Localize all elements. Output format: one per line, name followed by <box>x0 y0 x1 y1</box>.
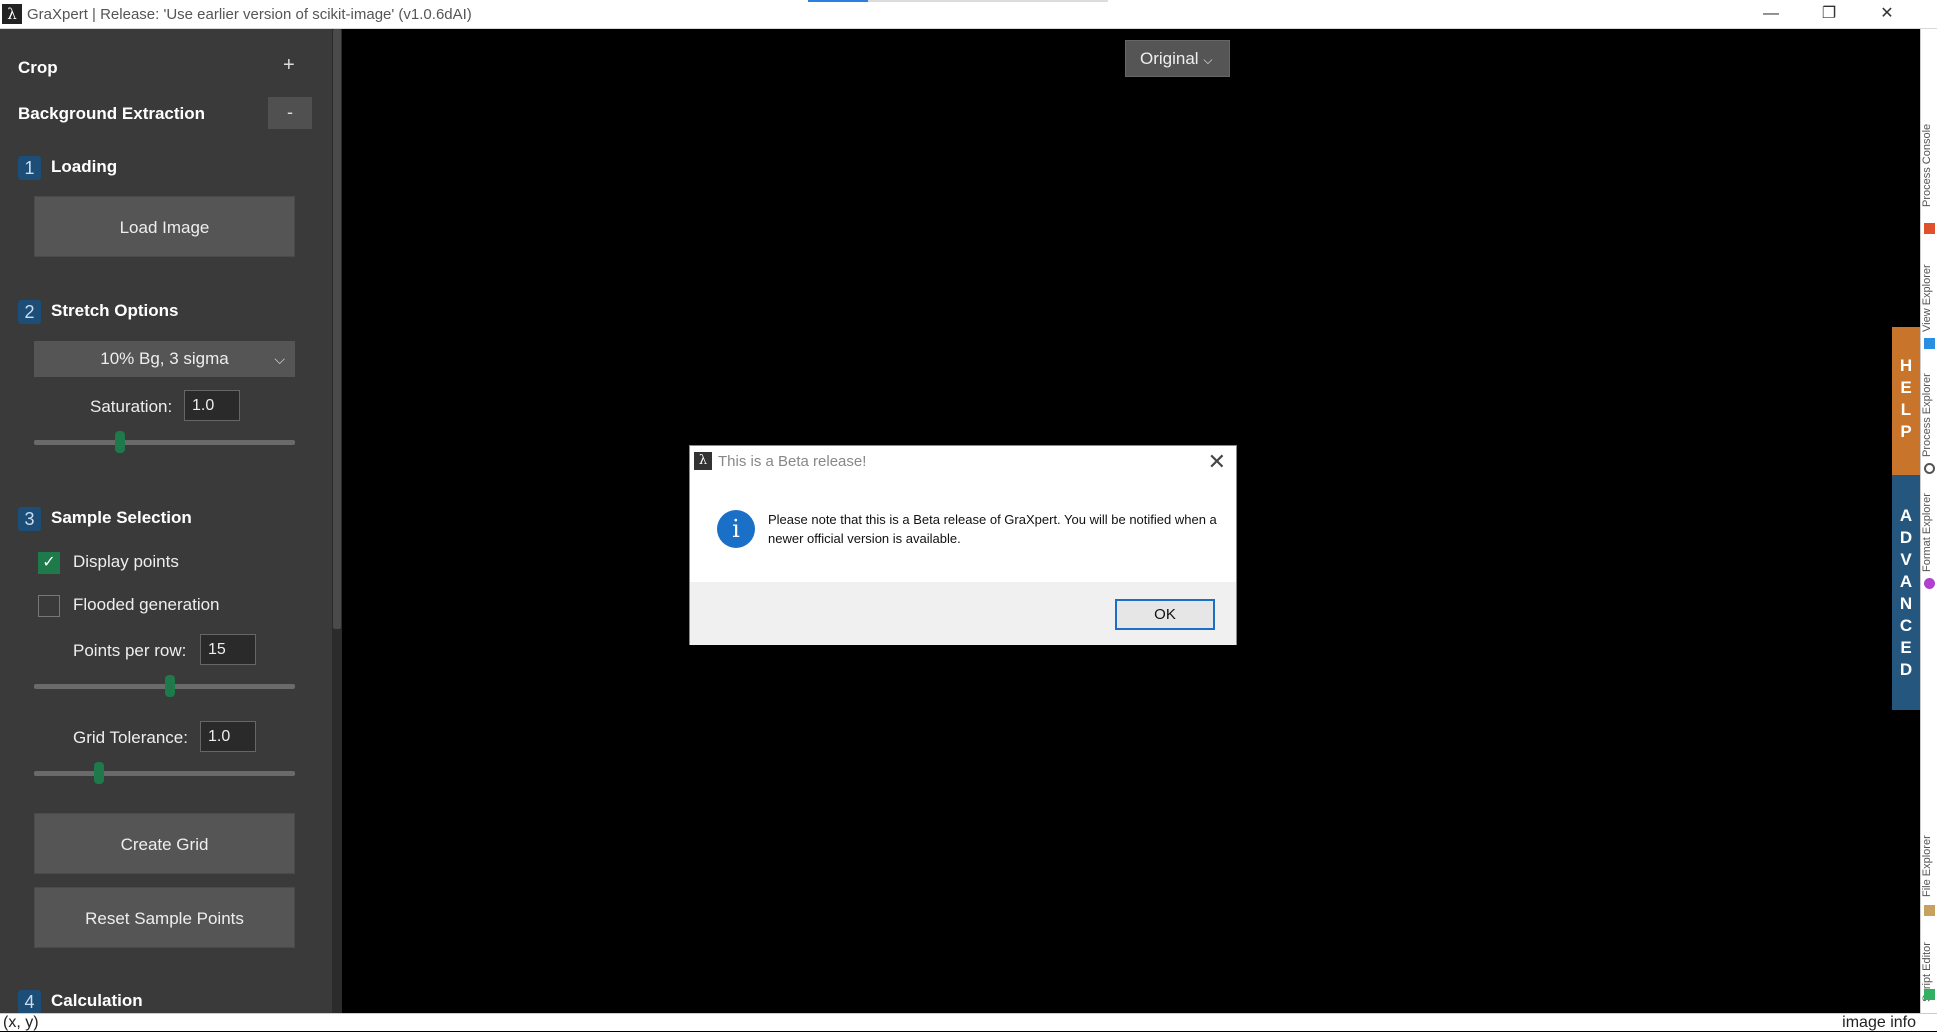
advanced-tab-letter: C <box>1899 616 1913 635</box>
grid-tolerance-slider-handle[interactable] <box>94 762 105 784</box>
saturation-input[interactable]: 1.0 <box>184 390 240 421</box>
stretch-options-title: Stretch Options <box>51 301 179 320</box>
close-window-button[interactable]: ✕ <box>1858 0 1916 29</box>
ok-button[interactable]: OK <box>1115 599 1215 630</box>
format-explorer-tab[interactable]: Format Explorer <box>1921 484 1937 574</box>
window-title: GraXpert | Release: 'Use earlier version… <box>27 6 472 23</box>
view-mode-dropdown[interactable]: Original ⌵ <box>1125 40 1230 77</box>
load-image-button[interactable]: Load Image <box>34 196 295 257</box>
background-extraction-collapse-button[interactable]: - <box>268 97 312 129</box>
app-logo-icon: λ <box>2 4 22 24</box>
titlebar-accent <box>808 0 868 2</box>
saturation-slider[interactable] <box>34 440 295 445</box>
points-per-row-slider-handle[interactable] <box>164 675 175 697</box>
step-2-badge: 2 <box>18 300 41 324</box>
sample-selection-title: Sample Selection <box>51 508 192 527</box>
advanced-tab-letter: A <box>1899 506 1913 525</box>
dialog-titlebar: λ This is a Beta release! ✕ <box>690 446 1236 478</box>
grid-tolerance-label: Grid Tolerance: <box>73 728 188 747</box>
gear-icon <box>1924 463 1935 474</box>
grid-tolerance-slider[interactable] <box>34 771 295 776</box>
advanced-tab-letter: A <box>1899 572 1913 591</box>
info-icon: i <box>717 510 755 548</box>
help-tab-letter: P <box>1900 422 1912 441</box>
help-tab[interactable]: HELP <box>1892 327 1920 475</box>
image-info: image info <box>1842 1014 1916 1031</box>
dialog-title: This is a Beta release! <box>718 453 867 470</box>
advanced-tab[interactable]: ADVANCED <box>1892 475 1920 710</box>
create-grid-button[interactable]: Create Grid <box>34 813 295 874</box>
left-control-panel: Crop + Background Extraction - 1 Loading… <box>0 29 332 1013</box>
app-logo-icon: λ <box>694 452 712 470</box>
view-explorer-icon <box>1924 338 1935 349</box>
beta-release-dialog: λ This is a Beta release! ✕ i Please not… <box>689 445 1237 645</box>
titlebar-accent-secondary <box>868 0 1108 2</box>
help-tab-letter: H <box>1899 356 1913 375</box>
process-explorer-tab[interactable]: Process Explorer <box>1921 359 1937 459</box>
reset-sample-points-button[interactable]: Reset Sample Points <box>34 887 295 948</box>
window-titlebar: λ GraXpert | Release: 'Use earlier versi… <box>0 0 1937 29</box>
advanced-tab-letter: N <box>1899 594 1913 613</box>
saturation-slider-handle[interactable] <box>115 431 126 453</box>
points-per-row-label: Points per row: <box>73 641 187 660</box>
saturation-label: Saturation: <box>90 397 173 416</box>
chevron-down-icon: ⌵ <box>1203 53 1213 67</box>
advanced-tab-letter: D <box>1899 528 1913 547</box>
right-dock-strip: Process Console View Explorer Process Ex… <box>1920 29 1937 1013</box>
background-extraction-heading[interactable]: Background Extraction <box>18 104 205 124</box>
flooded-generation-checkbox[interactable] <box>38 595 60 617</box>
format-explorer-icon <box>1924 578 1935 589</box>
dialog-close-button[interactable]: ✕ <box>1208 449 1226 475</box>
grid-tolerance-input[interactable]: 1.0 <box>200 721 256 752</box>
cursor-coordinates: (x, y) <box>3 1014 39 1031</box>
minimize-button[interactable]: — <box>1742 0 1800 29</box>
advanced-tab-letters: ADVANCED <box>1892 475 1920 681</box>
step-3-badge: 3 <box>18 507 41 531</box>
file-explorer-icon <box>1924 905 1935 916</box>
help-tab-letter: L <box>1900 400 1912 419</box>
display-points-label[interactable]: Display points <box>73 552 179 572</box>
crop-heading[interactable]: Crop <box>18 58 58 78</box>
points-per-row-input[interactable]: 15 <box>200 634 256 665</box>
step-1-badge: 1 <box>18 156 41 180</box>
script-editor-icon <box>1924 989 1935 1000</box>
advanced-tab-letter: D <box>1899 660 1913 679</box>
left-panel-scrollbar[interactable] <box>332 29 342 1013</box>
view-explorer-tab[interactable]: View Explorer <box>1921 244 1937 334</box>
stretch-selected-value: 10% Bg, 3 sigma <box>100 349 229 368</box>
checkmark-icon: ✓ <box>42 554 56 571</box>
file-explorer-tab[interactable]: File Explorer <box>1921 799 1937 899</box>
advanced-tab-letter: V <box>1900 550 1912 569</box>
help-tab-letters: HELP <box>1892 327 1920 443</box>
crop-expand-button[interactable]: + <box>283 54 295 77</box>
step-4-badge: 4 <box>18 990 41 1013</box>
calculation-title: Calculation <box>51 991 143 1010</box>
status-bar: (x, y) image info <box>0 1013 1937 1031</box>
advanced-tab-letter: E <box>1900 638 1912 657</box>
loading-title: Loading <box>51 157 118 176</box>
display-points-checkbox[interactable]: ✓ <box>38 552 60 574</box>
process-console-icon <box>1924 223 1935 234</box>
stretch-options-dropdown[interactable]: 10% Bg, 3 sigma ⌵ <box>34 341 295 377</box>
maximize-button[interactable]: ❐ <box>1800 0 1858 29</box>
left-panel-scrollbar-thumb[interactable] <box>333 29 341 629</box>
chevron-down-icon: ⌵ <box>274 351 285 367</box>
help-tab-letter: E <box>1900 378 1912 397</box>
view-mode-value: Original <box>1140 49 1199 68</box>
dialog-message: Please note that this is a Beta release … <box>768 512 1217 546</box>
process-console-tab[interactable]: Process Console <box>1921 119 1937 209</box>
flooded-generation-label[interactable]: Flooded generation <box>73 595 220 615</box>
